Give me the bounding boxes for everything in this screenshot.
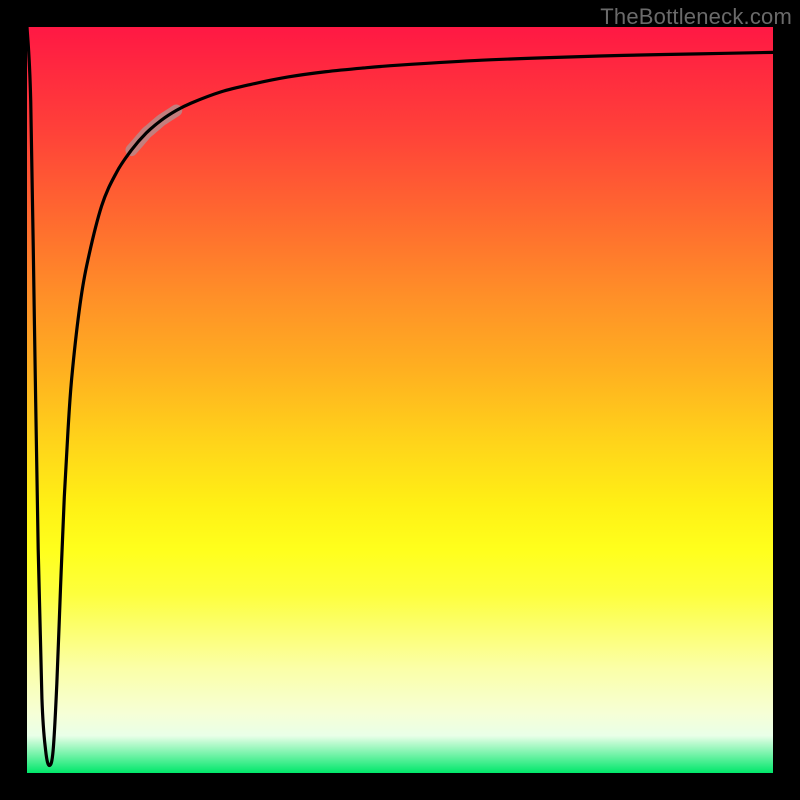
curve-layer bbox=[27, 27, 773, 773]
chart-frame: TheBottleneck.com bbox=[0, 0, 800, 800]
plot-area bbox=[27, 27, 773, 773]
